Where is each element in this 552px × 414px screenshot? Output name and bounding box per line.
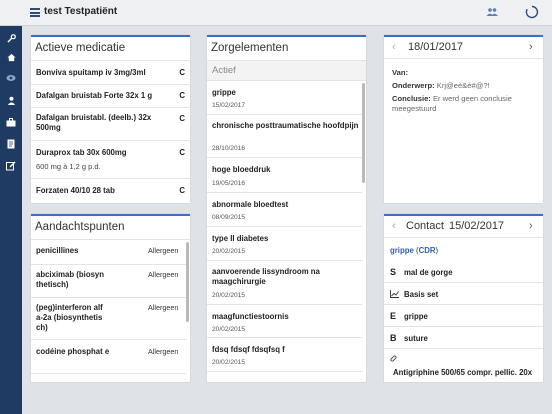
contact-row[interactable]: Basis set [384,283,543,305]
contact-date: 15/02/2017 [449,220,505,232]
allergy-row[interactable]: codéine phosphat e Allergeen [31,340,186,374]
care-row[interactable]: chronische posttraumatische hoofdpijn 28… [207,115,362,158]
care-row[interactable]: fdsq fdsqf fdsqfsq f 20/02/2015 [207,338,362,372]
medication-row[interactable]: Dafalgan bruistab Forte 32x 1 g C [31,85,190,108]
patient-title: test Testpatiënt [44,6,118,17]
scrollbar[interactable] [186,242,189,322]
medication-flag: C [179,148,185,157]
allergy-type: Allergeen [148,347,179,356]
plan-badge: B [390,333,397,343]
contact-diagnosis-row[interactable]: grippe (CDR) [384,239,543,261]
care-date: 19/05/2016 [212,180,246,187]
care-title: Zorgelementen [207,37,366,61]
subjective-badge: S [390,267,397,277]
allergy-row[interactable]: abciximab (biosyn thetisch) Allergeen [31,265,186,298]
care-row[interactable]: type II diabetes 20/02/2015 [207,227,362,261]
medication-flag: C [179,68,185,77]
hamburger-menu-icon[interactable] [30,8,40,17]
care-row[interactable]: hoge bloeddruk 19/05/2016 [207,158,362,193]
care-row[interactable]: maagfunctiestoornis 20/02/2015 [207,305,362,338]
medication-dose: 600 mg à 1,2 g p.d. [36,162,101,171]
medication-title: Actieve medicatie [31,37,190,61]
care-date: 20/02/2015 [212,359,246,366]
allergy-type: Allergeen [148,303,179,312]
diagnosis-code[interactable]: CDR [419,246,436,255]
evaluation-badge: E [390,311,397,321]
contact-label: Contact [406,220,444,232]
care-row[interactable]: abnormale bloedtest 08/09/2015 [207,193,362,227]
eye-icon[interactable] [4,71,18,85]
medication-row[interactable]: Bonviva spuitamp iv 3mg/3ml C [31,62,190,85]
subject-field: Onderwerp: Krj@eè&é#@?! [392,81,490,90]
care-date: 28/10/2016 [212,145,246,152]
conclusion-field: Conclusie: Er werd geen conclusie meeges… [392,94,512,113]
contact-row[interactable]: Antigriphine 500/65 compr. pellic. 20x [384,349,543,382]
care-section-header: Actief [207,61,366,81]
scrollbar[interactable] [362,83,365,183]
wrench-icon[interactable] [4,31,18,45]
chevron-left-icon[interactable]: ‹ [392,41,396,53]
contact-row[interactable]: B suture [384,327,543,349]
message-date: 18/01/2017 [408,41,464,53]
care-row[interactable]: aanvoerende lissyndroom na maagchirurgie… [207,261,362,305]
document-icon[interactable] [4,137,18,151]
attention-title: Aandachtspunten [31,216,190,240]
refresh-icon[interactable] [525,5,539,19]
top-bar: test Testpatiënt [0,0,552,26]
care-panel: Zorgelementen Actief grippe 15/02/2017 c… [207,35,366,382]
contact-row[interactable]: S mal de gorge [384,261,543,283]
allergy-row[interactable]: (peg)interferon alf a-2a (biosynthetis c… [31,298,186,340]
care-date: 15/02/2017 [212,102,246,109]
chevron-right-icon[interactable]: › [529,41,533,53]
medication-flag: C [179,114,185,123]
care-row[interactable]: grippe 15/02/2017 [207,81,362,115]
chart-icon [390,290,399,298]
medication-row[interactable]: Forzaten 40/10 28 tab C [31,179,190,203]
diagnosis-link[interactable]: grippe [390,246,414,255]
sidebar [0,26,22,414]
allergy-type: Allergeen [148,270,179,279]
medication-panel: Actieve medicatie Bonviva spuitamp iv 3m… [31,35,190,203]
medication-row[interactable]: Duraprox tab 30x 600mg C 600 mg à 1,2 g … [31,141,190,179]
medication-flag: C [179,186,185,195]
people-icon[interactable] [486,7,498,17]
care-date: 20/02/2015 [212,292,246,299]
care-date: 20/02/2015 [212,326,246,333]
message-panel: ‹ 18/01/2017 › Van: Onderwerp: Krj@eè&é#… [384,35,543,203]
contact-panel: ‹ Contact 15/02/2017 › grippe (CDR) S ma… [384,214,543,382]
medication-flag: C [179,91,185,100]
allergy-row[interactable]: penicillines Allergeen [31,241,186,265]
home-icon[interactable] [4,50,18,64]
care-date: 20/02/2015 [212,248,246,255]
care-date: 08/09/2015 [212,214,246,221]
contact-row[interactable]: E grippe [384,305,543,327]
message-nav: ‹ 18/01/2017 › [384,37,543,59]
pill-icon [390,355,397,362]
allergy-type: Allergeen [148,246,179,255]
attention-panel: Aandachtspunten penicillines Allergeen a… [31,214,190,382]
briefcase-icon[interactable] [4,115,18,129]
chevron-right-icon[interactable]: › [529,220,533,232]
sender-field: Van: [392,68,409,77]
medication-row[interactable]: Dafalgan bruistabl. (deelb.) 32x 500mg C [31,108,190,141]
user-icon[interactable] [4,93,18,107]
edit-icon[interactable] [4,159,18,173]
contact-nav: ‹ Contact 15/02/2017 › [384,216,543,238]
chevron-left-icon[interactable]: ‹ [392,220,396,232]
